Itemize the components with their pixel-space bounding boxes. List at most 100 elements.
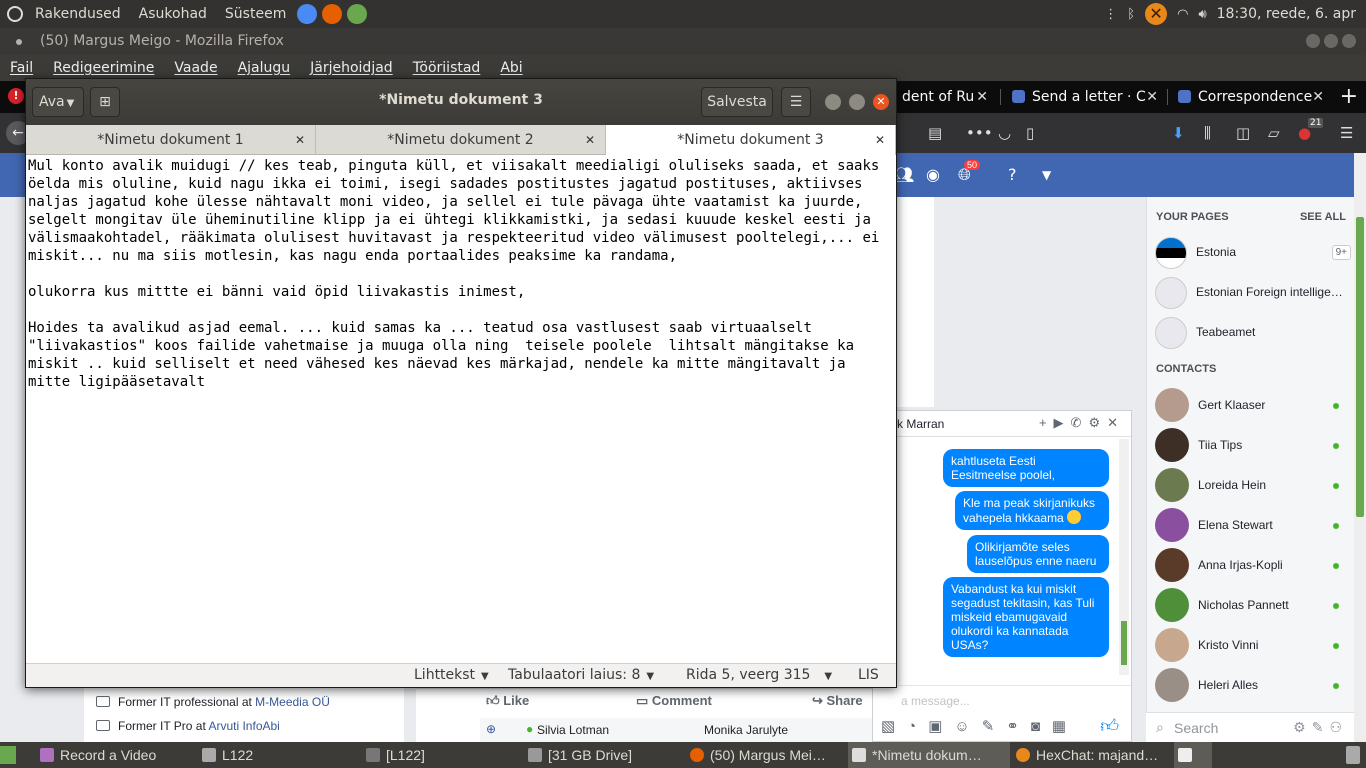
share-button[interactable]: ↪ Share bbox=[812, 693, 863, 709]
taskbar-item[interactable]: HexChat: majand… bbox=[1012, 742, 1172, 768]
bluetooth-icon[interactable]: ᛒ bbox=[1127, 7, 1135, 22]
chat-header[interactable]: k Marran +▶✆⚙✕ bbox=[873, 411, 1131, 437]
menu-system[interactable]: Süsteem bbox=[225, 6, 286, 22]
tab-close-icon[interactable]: ✕ bbox=[295, 125, 305, 155]
tab-document-2[interactable]: *Nimetu dokument 2 ✕ bbox=[316, 125, 606, 155]
page-item[interactable]: Estonian Foreign intellige… bbox=[1155, 277, 1351, 309]
text-editor-area[interactable]: Mul konto avalik muidugi // kes teab, pi… bbox=[26, 155, 896, 663]
close-button[interactable]: ✕ bbox=[873, 94, 889, 110]
contact-item[interactable]: Loreida Hein bbox=[1155, 468, 1351, 504]
chrome-launcher-icon[interactable] bbox=[297, 4, 318, 24]
library-icon[interactable]: ⫼ bbox=[1204, 123, 1211, 143]
menu-bookmarks[interactable]: Järjehoidjad bbox=[310, 60, 393, 76]
download-icon[interactable]: ⬇ bbox=[1172, 123, 1185, 143]
tab-close-icon[interactable]: ✕ bbox=[585, 125, 595, 155]
page-actions-icon[interactable]: ••• bbox=[966, 123, 993, 143]
contact-item[interactable]: Tiia Tips bbox=[1155, 428, 1351, 464]
menu-help[interactable]: Abi bbox=[500, 60, 522, 76]
tab-document-1[interactable]: *Nimetu dokument 1 ✕ bbox=[26, 125, 316, 155]
contact-item[interactable]: Heleri Alles bbox=[1155, 668, 1351, 704]
window-menu-icon[interactable] bbox=[16, 39, 22, 45]
taskbar-item[interactable]: [L122] bbox=[362, 742, 522, 768]
menu-tools[interactable]: Tööriistad bbox=[413, 60, 481, 76]
hamburger-menu-icon[interactable]: ☰ bbox=[781, 87, 811, 117]
search-input[interactable]: Search bbox=[1174, 720, 1218, 736]
taskbar-item[interactable]: (50) Margus Mei… bbox=[686, 742, 846, 768]
mouse-icon[interactable]: ▯ bbox=[1026, 123, 1034, 143]
taskbar-item[interactable]: Record a Video bbox=[36, 742, 196, 768]
taskbar-item[interactable]: L122 bbox=[198, 742, 358, 768]
screenshot-icon[interactable]: ▱ bbox=[1268, 123, 1280, 143]
wifi-icon[interactable]: ◠ bbox=[1177, 7, 1188, 22]
menu-places[interactable]: Asukohad bbox=[139, 6, 207, 22]
minimize-button[interactable] bbox=[1306, 34, 1320, 48]
menu-edit[interactable]: Redigeerimine bbox=[53, 60, 154, 76]
menu-file[interactable]: Fail bbox=[10, 60, 33, 76]
taskbar-item-active[interactable]: *Nimetu dokum… bbox=[848, 742, 1010, 768]
menu-view[interactable]: Vaade bbox=[174, 60, 217, 76]
browser-tab[interactable]: Correspondence ✕ bbox=[1170, 81, 1330, 113]
taskbar-item[interactable] bbox=[1174, 742, 1212, 768]
chat-contact-name[interactable]: k Marran bbox=[897, 417, 944, 431]
insert-mode[interactable]: LIS bbox=[858, 667, 879, 683]
contact-item[interactable]: Anna Irjas-Kopli bbox=[1155, 548, 1351, 584]
menu-applications[interactable]: Rakendused bbox=[35, 6, 121, 22]
commenter-name[interactable]: Monika Jarulyte bbox=[704, 723, 788, 737]
messenger-icon[interactable]: ◉ bbox=[926, 165, 940, 184]
employer-link[interactable]: M-Meedia OÜ bbox=[255, 695, 330, 709]
minimize-button[interactable] bbox=[825, 94, 841, 110]
save-button[interactable]: Salvesta bbox=[701, 87, 773, 117]
contact-item[interactable]: Elena Stewart bbox=[1155, 508, 1351, 544]
chat-attach-tools[interactable]: ▧◔▣☺✎⚭◙▦ bbox=[881, 717, 1078, 735]
hexchat-tray-icon[interactable]: ✕ bbox=[1145, 3, 1168, 25]
employer-link[interactable]: Arvuti InfoAbi bbox=[208, 719, 279, 733]
clock[interactable]: 18:30, reede, 6. apr bbox=[1217, 6, 1356, 22]
chat-message-input[interactable]: a message... bbox=[873, 685, 1131, 713]
help-icon[interactable]: ? bbox=[1008, 165, 1017, 184]
contact-item[interactable]: Nicholas Pannett bbox=[1155, 588, 1351, 624]
scrollbar-thumb[interactable] bbox=[1121, 621, 1127, 665]
see-all-link[interactable]: SEE ALL bbox=[1300, 211, 1346, 223]
tab-close-icon[interactable]: ✕ bbox=[976, 81, 988, 113]
contact-item[interactable]: Kristo Vinni bbox=[1155, 628, 1351, 664]
maximize-button[interactable] bbox=[849, 94, 865, 110]
browser-tab[interactable]: dent of Ru ✕ bbox=[898, 81, 994, 113]
tab-document-3[interactable]: *Nimetu dokument 3 ✕ bbox=[606, 125, 896, 156]
firefox-launcher-icon[interactable] bbox=[322, 4, 343, 24]
cursor-position[interactable]: Rida 5, veerg 315 ▼ bbox=[686, 667, 832, 683]
sidebar-tools-icon[interactable]: ⚙✎⚇ bbox=[1293, 719, 1348, 736]
syntax-selector[interactable]: Lihttekst ▼ bbox=[414, 667, 489, 683]
volume-icon[interactable]: 🔊︎ bbox=[1198, 7, 1206, 22]
contacts-search[interactable]: ⌕ Search ⚙✎⚇ bbox=[1146, 712, 1354, 742]
thumbs-up-icon[interactable]: 👍︎ bbox=[1100, 715, 1119, 737]
chat-header-tools[interactable]: +▶✆⚙✕ bbox=[1039, 415, 1125, 431]
page-item[interactable]: Teabeamet bbox=[1155, 317, 1351, 349]
taskbar-item[interactable]: [31 GB Drive] bbox=[524, 742, 684, 768]
browser-tab[interactable]: Send a letter · C ✕ bbox=[1004, 81, 1164, 113]
alert-icon[interactable]: ! bbox=[8, 88, 24, 104]
hamburger-menu-icon[interactable]: ☰ bbox=[1340, 123, 1353, 143]
page-item[interactable]: Estonia 9+ bbox=[1155, 237, 1351, 269]
tab-close-icon[interactable]: ✕ bbox=[1146, 81, 1158, 113]
like-button[interactable]: 👍︎ Like bbox=[486, 693, 529, 709]
tab-close-icon[interactable]: ✕ bbox=[1312, 81, 1324, 113]
close-button[interactable] bbox=[1342, 34, 1356, 48]
page-scrollbar[interactable] bbox=[1354, 153, 1366, 742]
reader-view-icon[interactable]: ▤ bbox=[928, 123, 942, 143]
show-desktop-button[interactable] bbox=[0, 746, 16, 764]
maximize-button[interactable] bbox=[1324, 34, 1338, 48]
tab-width-selector[interactable]: Tabulaatori laius: 8 ▼ bbox=[508, 667, 654, 683]
friends-icon[interactable]: 👥︎ bbox=[894, 165, 914, 184]
tab-close-icon[interactable]: ✕ bbox=[875, 125, 885, 155]
ubuntu-logo-icon[interactable] bbox=[7, 6, 23, 22]
comment-button[interactable]: ▭ Comment bbox=[636, 693, 712, 709]
chevron-down-icon[interactable]: ▼ bbox=[1042, 168, 1051, 182]
scrollbar-thumb[interactable] bbox=[1356, 217, 1364, 517]
menu-history[interactable]: Ajalugu bbox=[238, 60, 291, 76]
trash-icon[interactable] bbox=[1346, 746, 1360, 764]
sidebar-icon[interactable]: ◫ bbox=[1236, 123, 1250, 143]
contact-item[interactable]: Gert Klaaser bbox=[1155, 388, 1351, 424]
chat-scrollbar[interactable] bbox=[1119, 439, 1129, 675]
new-tab-button[interactable]: + bbox=[1340, 81, 1358, 113]
app-launcher-icon[interactable] bbox=[347, 4, 368, 24]
